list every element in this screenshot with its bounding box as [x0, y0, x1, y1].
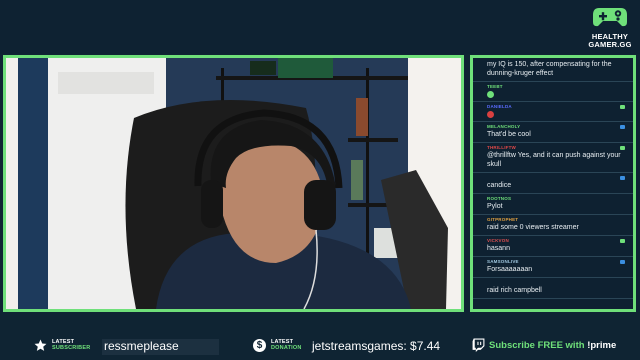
subscriber-label: SUBSCRIBER	[52, 345, 91, 351]
chat-badge-icon	[620, 260, 625, 264]
chat-username[interactable]: TEEBT	[487, 84, 627, 90]
webcam-video	[3, 55, 464, 312]
chat-message: my IQ is 150, after compensating for the…	[473, 58, 633, 82]
top-header	[0, 0, 640, 54]
chat-message: candice	[473, 173, 633, 194]
chat-message-text: Pylot	[487, 203, 503, 210]
chat-message: GITPROPHET raid some 0 viewers streamer	[473, 215, 633, 236]
chat-badge-icon	[620, 176, 625, 180]
dollar-icon: $	[253, 339, 266, 352]
brand-line-2: GAMER.GG	[588, 40, 632, 49]
chat-message-text: @thrillftw Yes, and it can push against …	[487, 152, 621, 168]
chat-message: ROOTNOS Pylot	[473, 194, 633, 215]
brand-logo: HEALTHY GAMER.GG	[586, 4, 634, 50]
chat-badge-icon	[620, 239, 625, 243]
chat-message-text: candice	[487, 182, 512, 189]
chat-message: VICKVON hasann	[473, 236, 633, 257]
chat-panel: my IQ is 150, after compensating for the…	[470, 55, 636, 312]
latest-donation-name: jetstreamsgames: $7.44	[312, 339, 441, 353]
chat-badge-icon	[620, 146, 625, 150]
gamepad-icon	[593, 8, 627, 27]
prime-text: !prime	[587, 340, 617, 351]
chat-message: THRILLIFTW @thrillftw Yes, and it can pus…	[473, 143, 633, 173]
chat-badge-icon	[620, 105, 625, 109]
chat-message: SAMSONLIVE Forsaaaaaaan	[473, 257, 633, 278]
red-emote-icon	[487, 111, 494, 118]
latest-subscriber-name: ressmeplease	[102, 339, 219, 355]
star-icon	[34, 339, 47, 351]
donation-label: DONATION	[271, 345, 302, 351]
chat-message-text: hasann	[487, 245, 510, 252]
subscribe-free-text: Subscribe FREE with	[489, 340, 588, 351]
chat-message-text: my IQ is 150, after compensating for the…	[487, 61, 612, 77]
chat-message-text: raid some 0 viewers streamer	[487, 224, 579, 231]
chat-message-list: my IQ is 150, after compensating for the…	[473, 58, 633, 299]
chat-message: raid rich campbell	[473, 278, 633, 299]
chat-message-text: That'd be cool	[487, 131, 531, 138]
chat-message: TEEBT	[473, 82, 633, 102]
chat-badge-icon	[620, 125, 625, 129]
twitch-prime-cta[interactable]: Subscribe FREE with !prime	[489, 340, 616, 352]
latest-subscriber-label: LATEST SUBSCRIBER	[52, 339, 90, 351]
chat-username[interactable]: DANIELDA	[487, 104, 627, 110]
chat-message: MELANCHOLY That'd be cool	[473, 122, 633, 143]
chat-message-text: raid rich campbell	[487, 287, 542, 294]
chat-message: DANIELDA	[473, 102, 633, 122]
green-emote-icon	[487, 91, 494, 98]
webcam-scene	[6, 58, 461, 309]
chat-message-text: Forsaaaaaaan	[487, 266, 533, 273]
twitch-icon	[472, 338, 485, 352]
latest-donation-label: LATEST DONATION	[271, 339, 302, 351]
